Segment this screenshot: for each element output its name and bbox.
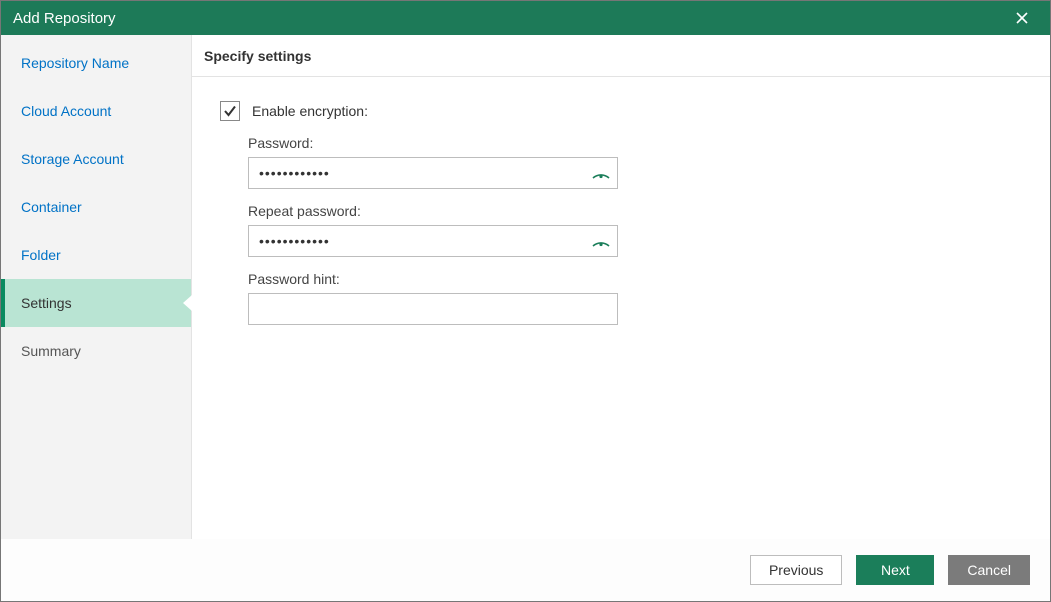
sidebar-step-repository-name[interactable]: Repository Name: [1, 39, 191, 87]
wizard-sidebar: Repository Name Cloud Account Storage Ac…: [1, 35, 192, 539]
sidebar-step-label: Repository Name: [21, 55, 129, 71]
sidebar-step-settings[interactable]: Settings: [1, 279, 191, 327]
sidebar-step-label: Container: [21, 199, 82, 215]
sidebar-step-cloud-account[interactable]: Cloud Account: [1, 87, 191, 135]
sidebar-step-label: Settings: [21, 295, 72, 311]
repeat-password-input[interactable]: [248, 225, 618, 257]
add-repository-dialog: Add Repository Repository Name Cloud Acc…: [0, 0, 1051, 602]
enable-encryption-checkbox[interactable]: [220, 101, 240, 121]
sidebar-step-label: Summary: [21, 343, 81, 359]
settings-form: Enable encryption: Password:: [192, 77, 1050, 363]
password-reveal-button[interactable]: [592, 167, 610, 179]
repeat-password-reveal-button[interactable]: [592, 235, 610, 247]
eye-icon: [592, 167, 610, 179]
close-icon: [1016, 12, 1028, 24]
dialog-title: Add Repository: [13, 10, 116, 27]
password-group: Password:: [248, 135, 1022, 189]
previous-button[interactable]: Previous: [750, 555, 842, 585]
repeat-password-label: Repeat password:: [248, 203, 1022, 219]
wizard-content: Specify settings Enable encryption: Pass…: [192, 35, 1050, 539]
password-input[interactable]: [248, 157, 618, 189]
dialog-body: Repository Name Cloud Account Storage Ac…: [1, 35, 1050, 539]
checkmark-icon: [223, 104, 237, 118]
sidebar-step-summary[interactable]: Summary: [1, 327, 191, 375]
enable-encryption-label: Enable encryption:: [252, 103, 368, 119]
close-button[interactable]: [1006, 1, 1038, 35]
password-hint-input[interactable]: [248, 293, 618, 325]
sidebar-step-storage-account[interactable]: Storage Account: [1, 135, 191, 183]
title-bar: Add Repository: [1, 1, 1050, 35]
password-hint-input-wrap: [248, 293, 618, 325]
enable-encryption-row: Enable encryption:: [220, 101, 1022, 121]
cancel-button[interactable]: Cancel: [948, 555, 1030, 585]
sidebar-step-container[interactable]: Container: [1, 183, 191, 231]
password-input-wrap: [248, 157, 618, 189]
password-hint-label: Password hint:: [248, 271, 1022, 287]
next-button[interactable]: Next: [856, 555, 934, 585]
password-label: Password:: [248, 135, 1022, 151]
eye-icon: [592, 235, 610, 247]
repeat-password-input-wrap: [248, 225, 618, 257]
sidebar-step-label: Folder: [21, 247, 61, 263]
dialog-footer: Previous Next Cancel: [1, 539, 1050, 601]
sidebar-step-label: Cloud Account: [21, 103, 111, 119]
password-hint-group: Password hint:: [248, 271, 1022, 325]
repeat-password-group: Repeat password:: [248, 203, 1022, 257]
content-heading: Specify settings: [192, 35, 1050, 77]
sidebar-step-folder[interactable]: Folder: [1, 231, 191, 279]
sidebar-step-label: Storage Account: [21, 151, 124, 167]
